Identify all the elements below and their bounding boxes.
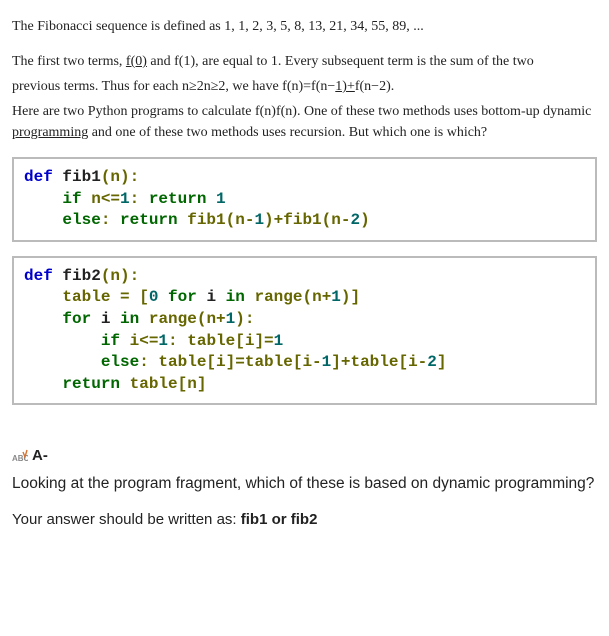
assign: : table[i]= [168,332,274,350]
function-name: fib2 [53,267,101,285]
function-name: fib1 [53,168,101,186]
text: and one of these two methods uses recurs… [88,125,487,140]
colon: : [130,190,149,208]
keyword-return: return [62,375,120,393]
keyword-for: for [62,310,91,328]
keyword-if: if [101,332,120,350]
params: (n): [101,267,139,285]
expr: fib1(n- [178,211,255,229]
bracket: )] [341,288,360,306]
code-block-fib1: def fib1(n): if n<=1: return 1 else: ret… [12,157,597,242]
number: 1 [158,332,168,350]
var: i [91,310,120,328]
number: 1 [206,190,225,208]
keyword-for: for [168,288,197,306]
paren: ) [360,211,370,229]
expr: )+fib1(n- [264,211,350,229]
var: i [197,288,226,306]
keyword-in: in [226,288,245,306]
call: range(n+ [245,288,331,306]
text: , we have [225,79,282,94]
paren: ): [235,310,254,328]
params: (n): [101,168,139,186]
keyword-def: def [24,168,53,186]
number: 2 [427,353,437,371]
assign: table = [ [24,288,149,306]
keyword-if: if [62,190,81,208]
assign: : table[i]=table[i- [139,353,321,371]
condition: i<= [120,332,158,350]
question-header: ABC A- [12,445,597,468]
fn-notation: f(n)f(n) [255,104,297,119]
problem-statement: The Fibonacci sequence is defined as 1, … [12,16,597,143]
keyword-return: return [120,211,178,229]
recurrence-eq: f(n)=f(n−1)+f(n−2). [282,79,394,94]
keyword-else: else [62,211,100,229]
keyword-else: else [101,353,139,371]
space [158,288,168,306]
question-label: A- [32,445,48,468]
indent [24,332,101,350]
indent [24,375,62,393]
text-underlined: programming [12,125,88,140]
code-block-fib2: def fib2(n): table = [0 for i in range(n… [12,256,597,406]
number: 1 [226,310,236,328]
question-block: ABC A- Looking at the program fragment, … [12,445,597,531]
indent [24,353,101,371]
number: 1 [322,353,332,371]
intro-line-1: The Fibonacci sequence is defined as 1, … [12,16,597,37]
hint-options: fib1 or fib2 [241,511,318,528]
hint-prefix: Your answer should be written as: [12,511,241,528]
intro-line-3: previous terms. Thus for each n≥2n≥2, we… [12,76,597,97]
text: Here are two Python programs to calculat… [12,104,255,119]
number: 2 [350,211,360,229]
expr: ]+table[i- [331,353,427,371]
colon: : [101,211,120,229]
text: . One of these two methods uses bottom-u… [297,104,591,119]
indent [24,310,62,328]
text: and f(1), are equal to 1. Every subseque… [147,54,534,69]
text: previous terms. Thus for each [12,79,182,94]
number: 1 [274,332,284,350]
number: 1 [331,288,341,306]
condition: n<= [82,190,120,208]
answer-hint: Your answer should be written as: fib1 o… [12,509,597,532]
call: range(n+ [139,310,225,328]
inequality: n≥2n≥2 [182,79,225,94]
expr: table[n] [120,375,206,393]
intro-line-2: The first two terms, f(0) and f(1), are … [12,51,597,72]
text: The first two terms, [12,54,126,69]
question-text: Looking at the program fragment, which o… [12,472,597,495]
keyword-in: in [120,310,139,328]
keyword-def: def [24,267,53,285]
intro-line-4: Here are two Python programs to calculat… [12,101,597,143]
bracket: ] [437,353,447,371]
number: 0 [149,288,159,306]
keyword-return: return [149,190,207,208]
number: 1 [120,190,130,208]
spellcheck-icon: ABC [12,449,28,465]
number: 1 [254,211,264,229]
f0-term: f(0) [126,54,147,69]
